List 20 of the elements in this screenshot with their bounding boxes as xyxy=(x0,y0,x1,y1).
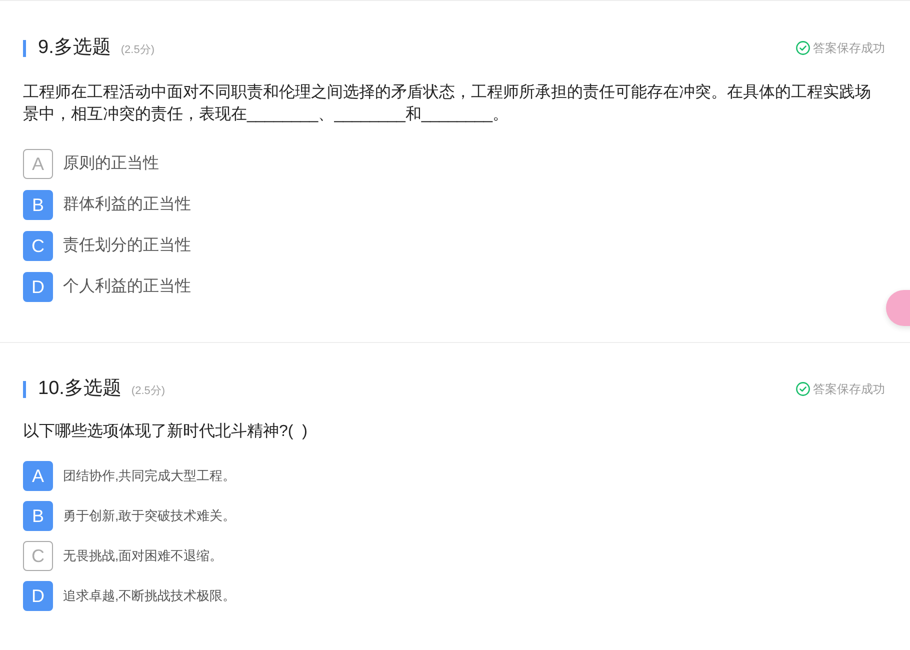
question-title: 9.多选题 xyxy=(38,38,111,58)
check-circle-icon xyxy=(796,41,810,55)
option-text[interactable]: 个人利益的正当性 xyxy=(63,277,191,297)
question-text: 以下哪些选项体现了新时代北斗精神?( ) xyxy=(23,422,308,442)
question-title: 10.多选题 xyxy=(38,379,122,399)
check-circle-icon xyxy=(796,382,810,396)
question-score: (2.5分) xyxy=(131,384,166,398)
save-status: 答案保存成功 xyxy=(813,40,885,56)
option-text[interactable]: 责任划分的正当性 xyxy=(63,236,191,256)
title-accent-bar xyxy=(23,40,26,56)
title-accent-bar xyxy=(23,380,26,398)
save-status: 答案保存成功 xyxy=(813,381,885,397)
option-text[interactable]: 群体利益的正当性 xyxy=(63,195,191,215)
question-score: (2.5分) xyxy=(120,42,154,56)
option-text[interactable]: 无畏挑战,面对困难不退缩。 xyxy=(63,547,223,565)
option-text[interactable]: 追求卓越,不断挑战技术极限。 xyxy=(63,587,236,605)
option-text[interactable]: 原则的正当性 xyxy=(63,154,159,174)
option-text[interactable]: 勇于创新,敢于突破技术难关。 xyxy=(63,507,236,525)
question-text: 工程师在工程活动中面对不同职责和伦理之间选择的矛盾状态，工程师所承担的责任可能存在冲突。在具体的工程实践场景中，相互冲突的责任，表现在________、________和________。 xyxy=(23,82,872,125)
option-text[interactable]: 团结协作,共同完成大型工程。 xyxy=(63,467,236,485)
